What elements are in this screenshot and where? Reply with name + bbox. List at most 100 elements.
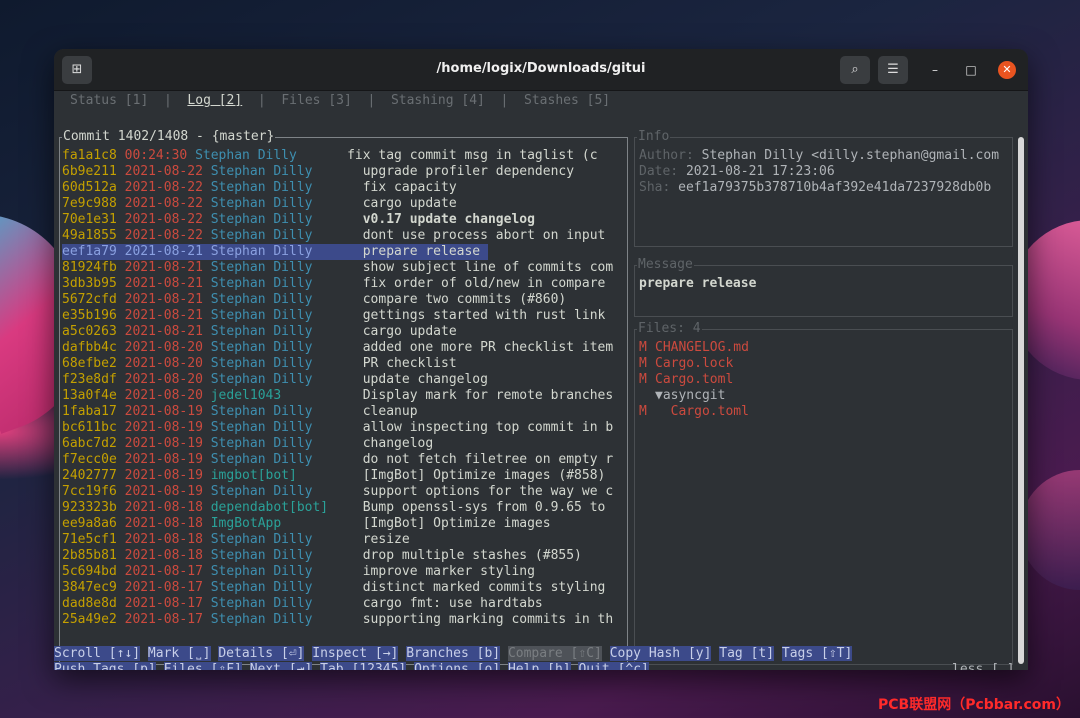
terminal-scrollbar[interactable]	[1018, 137, 1024, 664]
commit-author: dependabot[bot]	[210, 500, 329, 515]
commit-hash: 68efbe2	[62, 356, 117, 371]
commit-date: 2021-08-19	[124, 404, 203, 419]
commit-row[interactable]: ee9a8a6 2021-08-18 ImgBotApp [ImgBot] Opt…	[62, 516, 551, 532]
commit-author: Stephan Dilly	[210, 612, 313, 627]
command-push[interactable]: Push Tags [p]	[54, 662, 156, 670]
commit-hash: dad8e8d	[62, 596, 117, 611]
commit-row[interactable]: 1faba17 2021-08-19 Stephan Dilly cleanup	[62, 404, 418, 420]
commit-message: show subject line of commits com	[362, 260, 614, 275]
tab-separator: |	[500, 93, 509, 108]
commit-row[interactable]: 7cc19f6 2021-08-19 Stephan Dilly support …	[62, 484, 613, 500]
command-scroll[interactable]: Scroll [↑↓]	[54, 646, 141, 661]
maximize-icon[interactable]: □	[962, 61, 980, 79]
commit-row[interactable]: 13a0f4e 2021-08-20 jedel1043 Display mark…	[62, 388, 613, 404]
command-tab[interactable]: Tab [12345]	[320, 662, 407, 670]
commit-date: 2021-08-22	[124, 196, 203, 211]
tab-status[interactable]: Status [1]	[70, 93, 148, 108]
tab-files[interactable]: Files [3]	[281, 93, 351, 108]
commit-row[interactable]: 7e9c988 2021-08-22 Stephan Dilly cargo up…	[62, 196, 457, 212]
commit-message: allow inspecting top commit in b	[362, 420, 614, 435]
commit-row[interactable]: e35b196 2021-08-21 Stephan Dilly gettings…	[62, 308, 605, 324]
file-name: CHANGELOG.md	[655, 340, 749, 355]
commit-row[interactable]: 70e1e31 2021-08-22 Stephan Dilly v0.17 up…	[62, 212, 535, 228]
files-panel-title: Files: 4	[637, 321, 702, 337]
commit-message: dont use process abort on input	[362, 228, 606, 243]
commit-message: cargo update	[362, 324, 457, 339]
file-row[interactable]: M Cargo.toml	[639, 404, 749, 420]
commit-row[interactable]: 6b9e211 2021-08-22 Stephan Dilly upgrade …	[62, 164, 574, 180]
commit-row[interactable]: 5c694bd 2021-08-17 Stephan Dilly improve …	[62, 564, 535, 580]
commit-row[interactable]: 923323b 2021-08-18 dependabot[bot] Bump o…	[62, 500, 605, 516]
commit-row[interactable]: eef1a79 2021-08-21 Stephan Dilly prepare …	[62, 244, 488, 260]
command-compare: Compare [⇧C]	[507, 646, 602, 661]
command-details[interactable]: Details [⏎]	[218, 646, 305, 661]
commit-row[interactable]: 2b85b81 2021-08-18 Stephan Dilly drop mul…	[62, 548, 582, 564]
commit-row[interactable]: 6abc7d2 2021-08-19 Stephan Dilly changelo…	[62, 436, 433, 452]
command-branches[interactable]: Branches [b]	[406, 646, 501, 661]
command-tags[interactable]: Tags [⇧T]	[781, 646, 853, 661]
commit-row[interactable]: f7ecc0e 2021-08-19 Stephan Dilly do not f…	[62, 452, 613, 468]
commit-author: Stephan Dilly	[210, 548, 313, 563]
commit-author: Stephan Dilly	[210, 244, 313, 259]
commit-message: changelog	[362, 436, 434, 451]
command-inspect[interactable]: Inspect [→]	[312, 646, 399, 661]
file-row[interactable]: ▼asyncgit	[639, 388, 725, 404]
commit-date: 2021-08-22	[124, 180, 203, 195]
tab-stashes[interactable]: Stashes [5]	[524, 93, 610, 108]
commit-row[interactable]: dad8e8d 2021-08-17 Stephan Dilly cargo fm…	[62, 596, 543, 612]
commit-row[interactable]: 49a1855 2021-08-22 Stephan Dilly dont use…	[62, 228, 605, 244]
commit-hash: 81924fb	[62, 260, 117, 275]
tab-stashing[interactable]: Stashing [4]	[391, 93, 485, 108]
commit-row[interactable]: f23e8df 2021-08-20 Stephan Dilly update c…	[62, 372, 488, 388]
command-files[interactable]: Files [⇧F]	[163, 662, 242, 670]
command-mark[interactable]: Mark [˽]	[147, 646, 211, 661]
commit-row[interactable]: 3847ec9 2021-08-17 Stephan Dilly distinct…	[62, 580, 605, 596]
commit-row[interactable]: 60d512a 2021-08-22 Stephan Dilly fix capa…	[62, 180, 457, 196]
search-icon[interactable]: ⌕	[840, 56, 870, 84]
commit-message: supporting marking commits in th	[362, 612, 614, 627]
file-row[interactable]: M Cargo.lock	[639, 356, 733, 372]
info-date: Date: 2021-08-21 17:23:06	[639, 164, 835, 179]
commit-row[interactable]: a5c0263 2021-08-21 Stephan Dilly cargo up…	[62, 324, 457, 340]
commit-hash: eef1a79	[62, 244, 117, 259]
minimize-icon[interactable]: –	[926, 61, 944, 79]
command-options[interactable]: Options [o]	[414, 662, 501, 670]
message-panel-title: Message	[637, 257, 694, 273]
commit-date: 2021-08-21	[124, 308, 203, 323]
close-icon[interactable]: ✕	[998, 61, 1016, 79]
file-status: M	[639, 340, 647, 355]
commit-row[interactable]: bc611bc 2021-08-19 Stephan Dilly allow in…	[62, 420, 613, 436]
commit-message: gettings started with rust link	[362, 308, 606, 323]
commit-author: Stephan Dilly	[210, 532, 313, 547]
command-help[interactable]: Help [h]	[507, 662, 571, 670]
command-copy[interactable]: Copy Hash [y]	[609, 646, 712, 661]
commit-row[interactable]: 68efbe2 2021-08-20 Stephan Dilly PR check…	[62, 356, 457, 372]
commit-message: cargo update	[362, 196, 457, 211]
commit-hash: 60d512a	[62, 180, 117, 195]
commit-date: 2021-08-17	[124, 580, 203, 595]
commit-row[interactable]: 71e5cf1 2021-08-18 Stephan Dilly resize	[62, 532, 410, 548]
commit-hash: e35b196	[62, 308, 117, 323]
command-next[interactable]: Next [⇥]	[249, 662, 313, 670]
command-tag[interactable]: Tag [t]	[719, 646, 775, 661]
commit-hash: f23e8df	[62, 372, 117, 387]
menu-icon[interactable]: ☰	[878, 56, 908, 84]
commit-author: Stephan Dilly	[210, 260, 313, 275]
commit-author: Stephan Dilly	[210, 212, 313, 227]
commit-hash: 13a0f4e	[62, 388, 117, 403]
commit-row[interactable]: 3db3b95 2021-08-21 Stephan Dilly fix orde…	[62, 276, 605, 292]
file-row[interactable]: M CHANGELOG.md	[639, 340, 749, 356]
commit-row[interactable]: 25a49e2 2021-08-17 Stephan Dilly supporti…	[62, 612, 613, 628]
commit-row[interactable]: dafbb4c 2021-08-20 Stephan Dilly added on…	[62, 340, 613, 356]
commit-author: imgbot[bot]	[210, 468, 297, 483]
commit-date: 2021-08-18	[124, 548, 203, 563]
file-row[interactable]: M Cargo.toml	[639, 372, 733, 388]
command-quit[interactable]: Quit [^c]	[578, 662, 649, 670]
commit-row[interactable]: 81924fb 2021-08-21 Stephan Dilly show sub…	[62, 260, 613, 276]
commit-row[interactable]: fa1a1c8 00:24:30 Stephan Dilly fix tag co…	[62, 148, 598, 164]
commit-row[interactable]: 2402777 2021-08-19 imgbot[bot] [ImgBot] O…	[62, 468, 605, 484]
commit-date: 00:24:30	[124, 148, 188, 163]
tab-log[interactable]: Log [2]	[187, 93, 242, 108]
commit-row[interactable]: 5672cfd 2021-08-21 Stephan Dilly compare …	[62, 292, 566, 308]
commit-author: Stephan Dilly	[210, 164, 313, 179]
